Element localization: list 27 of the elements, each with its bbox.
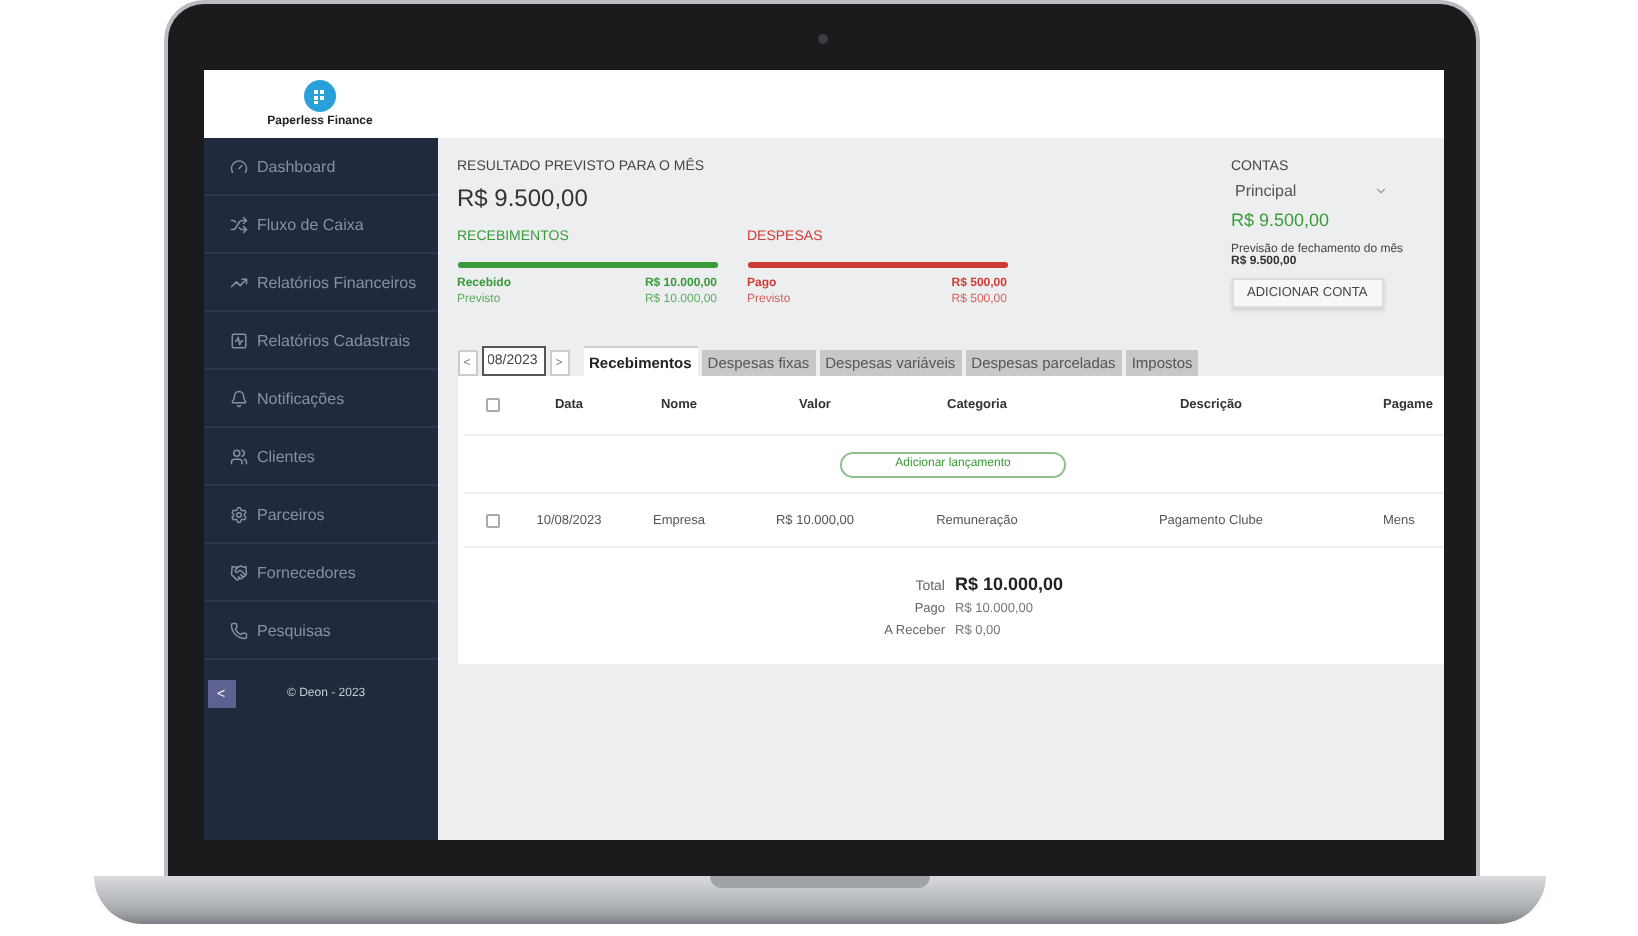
sidebar-item[interactable]: Fluxo de Caixa [203,196,437,254]
checkbox[interactable] [486,398,500,412]
sidebar-item[interactable]: Relatórios Cadastrais [203,312,437,370]
trending-up-icon [229,273,247,291]
sidebar-item[interactable]: Notificações [203,370,437,428]
logo-icon [304,80,336,112]
camera-dot [817,34,827,44]
sidebar-item[interactable]: Dashboard [203,138,437,196]
sidebar-item[interactable]: Pesquisas [203,602,437,660]
account-balance: R$ 9.500,00 [1231,210,1332,230]
chevron-icon [1373,184,1387,198]
chart-icon [229,331,247,349]
gauge-icon [229,157,247,175]
bell-icon [229,389,247,407]
shuffle-icon [229,215,247,233]
sidebar-item[interactable]: Parceiros [203,486,437,544]
settings-icon [229,505,247,523]
handshake-icon [229,563,247,581]
phone-icon [229,621,247,639]
users-icon [229,447,247,465]
summary-amount: R$ 9.500,00 [457,184,590,212]
account-select[interactable]: Principal [1231,182,1387,200]
checkbox[interactable] [486,513,500,527]
sidebar-item[interactable]: Relatórios Financeiros [203,254,437,312]
total-value: R$ 10.000,00 [955,574,1066,596]
sidebar-item[interactable]: Clientes [203,428,437,486]
sidebar-item[interactable]: Fornecedores [203,544,437,602]
